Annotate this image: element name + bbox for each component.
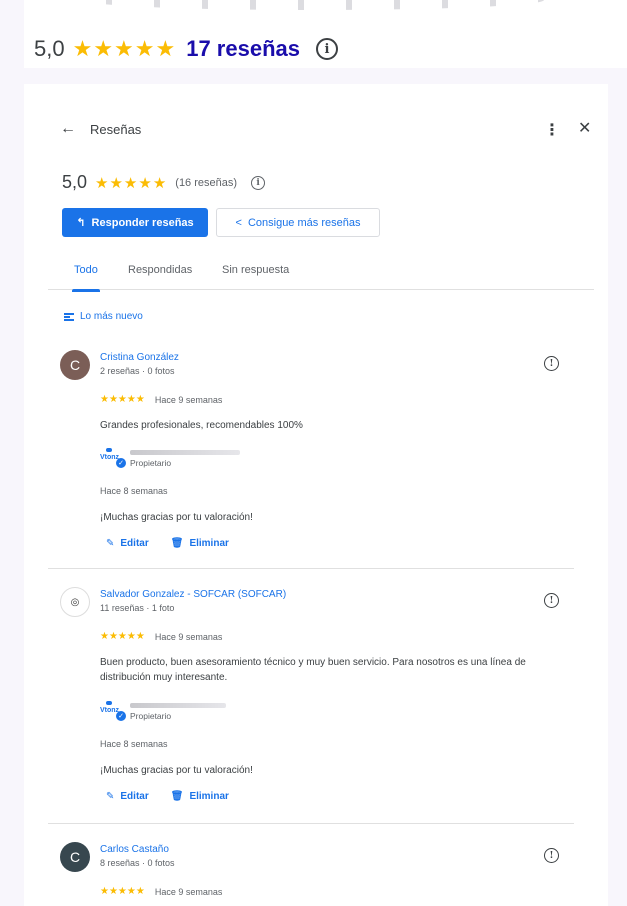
pencil-icon: ✎	[106, 538, 115, 549]
reviewer-meta: 8 reseñas · 0 fotos	[100, 858, 175, 868]
business-logo: Vtonz ✓	[100, 701, 126, 721]
reviewer-name[interactable]: Cristina González	[100, 352, 179, 363]
owner-name-redacted	[130, 703, 226, 708]
review-text: Grandes profesionales, recomendables 100…	[100, 420, 303, 431]
reviews-panel: ← Reseñas ⋮ ✕ 5,0 ★★★★★ (16 reseñas) i ↰…	[24, 84, 608, 906]
review-info-icon[interactable]: !	[544, 356, 559, 371]
delete-reply-button[interactable]: 🗑 Eliminar	[171, 538, 229, 549]
rating-stars: ★★★★★	[72, 36, 177, 61]
reply-reviews-label: Responder reseñas	[91, 216, 194, 229]
rating-value: 5,0	[34, 36, 65, 61]
panel-header: ← Reseñas	[60, 120, 141, 138]
reply-actions: ✎ Editar 🗑 Eliminar	[106, 538, 229, 549]
owner-role: Propietario	[130, 711, 172, 721]
share-icon: <	[235, 216, 242, 229]
owner-reply-time: Hace 8 semanas	[100, 486, 168, 496]
reply-reviews-button[interactable]: ↰ Responder reseñas	[62, 208, 208, 237]
panel-title: Reseñas	[90, 121, 142, 137]
get-more-reviews-button[interactable]: < Consigue más reseñas	[216, 208, 380, 237]
reviewer-name[interactable]: Carlos Castaño	[100, 844, 169, 855]
edit-reply-button[interactable]: ✎ Editar	[106, 791, 149, 802]
review-rating-row: ★★★★★ Hace 9 semanas	[100, 886, 222, 897]
cropped-content-strip	[84, 0, 544, 10]
back-arrow-icon[interactable]: ←	[60, 120, 76, 138]
review-info-icon[interactable]: !	[544, 593, 559, 608]
review-stars: ★★★★★	[100, 394, 145, 405]
sort-icon	[64, 312, 74, 321]
review-divider	[48, 568, 574, 569]
business-logo: Vtonz ✓	[100, 448, 126, 468]
owner-reply-time: Hace 8 semanas	[100, 739, 168, 749]
avatar[interactable]: C	[60, 350, 90, 380]
avatar[interactable]: ◎	[60, 587, 90, 617]
trash-icon: 🗑	[170, 791, 184, 802]
review-info-icon[interactable]: !	[544, 848, 559, 863]
owner-reply-text: ¡Muchas gracias por tu valoración!	[100, 512, 253, 523]
review-time: Hace 9 semanas	[154, 886, 223, 897]
reply-actions: ✎ Editar 🗑 Eliminar	[106, 791, 229, 802]
panel-rating-value: 5,0	[62, 172, 88, 192]
owner-response-header: Vtonz ✓ Propietario	[100, 701, 226, 721]
owner-name-redacted	[130, 450, 240, 455]
owner-role: Propietario	[130, 458, 172, 468]
owner-response-header: Vtonz ✓ Propietario	[100, 448, 240, 468]
panel-reviews-count: (16 reseñas)	[175, 176, 238, 189]
review-time: Hace 9 semanas	[154, 631, 223, 642]
review-divider	[48, 823, 574, 824]
review-text: Buen producto, buen asesoramiento técnic…	[100, 657, 526, 683]
edit-label: Editar	[120, 791, 149, 802]
review-item: C Carlos Castaño 8 reseñas · 0 fotos ! ★…	[60, 842, 576, 906]
pencil-icon: ✎	[106, 791, 115, 802]
reviewer-name[interactable]: Salvador Gonzalez - SOFCAR (SOFCAR)	[100, 589, 286, 600]
review-time: Hace 9 semanas	[154, 394, 223, 405]
delete-label: Eliminar	[189, 791, 229, 802]
panel-rating-stars: ★★★★★	[95, 174, 168, 192]
reviews-count-link[interactable]: 17 reseñas	[186, 36, 300, 62]
verified-check-icon: ✓	[116, 458, 126, 468]
info-icon[interactable]: i	[251, 175, 266, 190]
verified-check-icon: ✓	[116, 711, 126, 721]
top-summary-bar: 5,0 ★★★★★ 17 reseñas i	[24, 0, 627, 68]
review-tabs: Todo Respondidas Sin respuesta	[48, 254, 594, 292]
reviewer-meta: 11 reseñas · 1 foto	[100, 603, 175, 613]
review-item: ◎ Salvador Gonzalez - SOFCAR (SOFCAR) 11…	[60, 587, 576, 817]
review-stars: ★★★★★	[100, 631, 145, 642]
sort-label: Lo más nuevo	[80, 311, 143, 322]
owner-reply-text: ¡Muchas gracias por tu valoración!	[100, 765, 253, 776]
review-stars: ★★★★★	[100, 886, 145, 897]
panel-rating-summary: 5,0 ★★★★★ (16 reseñas) i	[62, 172, 266, 193]
review-rating-row: ★★★★★ Hace 9 semanas	[100, 394, 222, 405]
avatar[interactable]: C	[60, 842, 90, 872]
review-rating-row: ★★★★★ Hace 9 semanas	[100, 631, 222, 642]
review-item: C Cristina González 2 reseñas · 0 fotos …	[60, 350, 576, 560]
close-icon[interactable]: ✕	[578, 118, 591, 138]
edit-reply-button[interactable]: ✎ Editar	[106, 538, 149, 549]
get-more-reviews-label: Consigue más reseñas	[247, 216, 361, 229]
more-options-icon[interactable]: ⋮	[544, 120, 560, 140]
sort-button[interactable]: Lo más nuevo	[64, 311, 143, 322]
tab-answered[interactable]: Respondidas	[128, 264, 192, 276]
info-icon[interactable]: i	[315, 38, 338, 60]
reviewer-meta: 2 reseñas · 0 fotos	[100, 366, 175, 376]
edit-label: Editar	[120, 538, 149, 549]
delete-label: Eliminar	[189, 538, 229, 549]
tab-all[interactable]: Todo	[72, 264, 100, 292]
delete-reply-button[interactable]: 🗑 Eliminar	[171, 791, 229, 802]
trash-icon: 🗑	[170, 538, 184, 549]
rating-summary: 5,0 ★★★★★ 17 reseñas i	[34, 36, 338, 62]
reply-icon: ↰	[76, 217, 86, 229]
tab-unanswered[interactable]: Sin respuesta	[222, 264, 289, 276]
